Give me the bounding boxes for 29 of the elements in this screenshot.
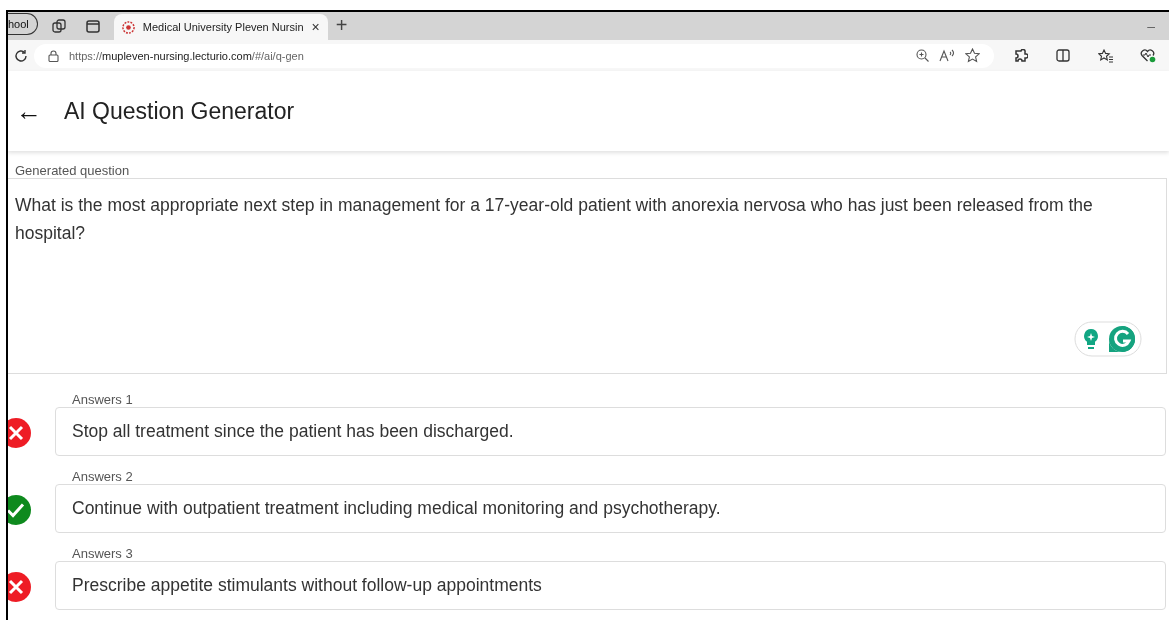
field-label: Answers 1 [72,392,134,407]
field-label: Answers 3 [72,546,134,561]
answer-field[interactable]: Prescribe appetite stimulants without follow-up appointments [55,561,1166,610]
back-button[interactable]: ← [16,95,42,127]
field-label: Answers 2 [72,469,134,484]
question-text: What is the most appropriate next step in management for a 17-year-old patient with anorexia nervosa who has just been released from the hospital? [15,194,1094,245]
flower-icon [121,20,135,34]
refresh-icon[interactable] [14,48,28,63]
answer-field[interactable]: Continue with outpatient treatment including medical monitoring and psychotherapy. [55,484,1166,533]
page-title: AI Question Generator [64,97,295,125]
address-bar[interactable]: https://mupleven-nursing.lecturio.com/#/ai/q-gen [34,43,994,68]
url-text: https://mupleven-nursing.lecturio.com/#/ai/q-gen [69,49,305,62]
heart-pulse-icon[interactable] [1140,48,1156,63]
lock-icon [48,49,59,62]
browser-tab[interactable]: Medical University Pleven Nursin × [113,14,328,40]
question-field[interactable]: What is the most appropriate next step in management for a 17-year-old patient with anorexia nervosa who has just been released from the hospital? [8,178,1167,374]
extension-icon[interactable] [1014,48,1028,63]
zoom-icon[interactable] [916,49,929,62]
answer-field[interactable]: Stop all treatment since the patient has been discharged. [55,407,1166,456]
new-tab-button[interactable]: + [335,14,348,37]
minimize-button[interactable]: – [1147,18,1155,34]
split-screen-icon[interactable] [1056,49,1070,62]
favorites-icon[interactable] [1098,48,1114,63]
star-icon[interactable] [965,48,980,63]
grammarly-widget[interactable] [1074,321,1142,357]
close-tab-button[interactable]: × [311,19,320,35]
tab-title: Medical University Pleven Nursin [142,21,304,33]
read-aloud-icon[interactable] [939,49,955,62]
field-label: Generated question [15,163,131,178]
